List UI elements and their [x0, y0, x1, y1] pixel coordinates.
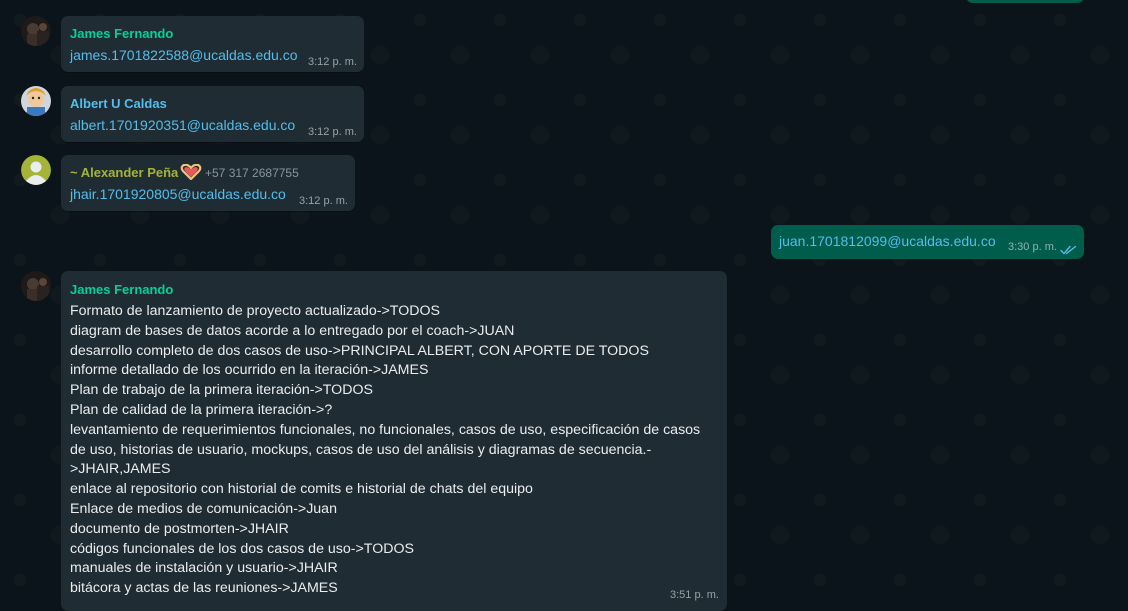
message-line: bitácora y actas de las reuniones->JAMES: [70, 580, 338, 597]
avatar-james-fernando[interactable]: [21, 271, 51, 301]
message-line: enlace al repositorio con historial de c…: [70, 481, 533, 498]
message-line: códigos funcionales de los dos casos de …: [70, 540, 414, 557]
avatar-default-icon[interactable]: [21, 155, 51, 185]
message-bubble[interactable]: James Fernando Formato de lanzamiento de…: [61, 271, 727, 611]
email-link[interactable]: albert.1701920351@ucaldas.edu.co: [70, 117, 295, 133]
message-time: 3:51 p. m.: [670, 589, 719, 601]
email-link[interactable]: jhair.1701920805@ucaldas.edu.co: [70, 186, 286, 202]
message-time: 3:12 p. m.: [308, 56, 357, 68]
message-text: Formato de lanzamiento de proyecto actua…: [70, 302, 720, 599]
heart-hands-emoji-icon: [180, 163, 202, 185]
message-bubble[interactable]: ~ Alexander Peña +57 317 2687755 jhair.1…: [61, 155, 355, 211]
message-line: Formato de lanzamiento de proyecto actua…: [70, 303, 440, 319]
message-line: manuales de instalación y usuario->JHAIR: [70, 560, 338, 577]
message-line: diagram de bases de datos acorde a lo en…: [70, 322, 515, 339]
sender-name[interactable]: ~ Alexander Peña: [70, 165, 178, 180]
message-line: Enlace de medios de comunicación->Juan: [70, 500, 337, 517]
avatar-james-fernando[interactable]: [21, 16, 51, 46]
message-time: 3:12 p. m.: [308, 126, 357, 138]
double-check-read-icon: [1060, 242, 1077, 260]
sender-name[interactable]: James Fernando: [70, 282, 173, 297]
email-link[interactable]: juan.1701812099@ucaldas.edu.co: [779, 233, 996, 249]
message-line: desarrollo completo de dos casos de uso-…: [70, 342, 649, 359]
message-line: de uso, historias de usuario, mockups, c…: [70, 441, 652, 458]
message-line: levantamiento de requerimientos funciona…: [70, 421, 701, 438]
email-link[interactable]: james.1701822588@ucaldas.edu.co: [70, 47, 298, 63]
message-bubble[interactable]: Albert U Caldas albert.1701920351@ucalda…: [61, 86, 364, 142]
message-line: Plan de calidad de la primera iteración-…: [70, 401, 333, 418]
message-line: documento de postmorten->JHAIR: [70, 520, 289, 537]
avatar-albert-u-caldas[interactable]: [21, 86, 51, 116]
message-line: informe detallado de los ocurrido en la …: [70, 362, 429, 379]
outgoing-bubble-partial[interactable]: [966, 0, 1084, 3]
message-bubble[interactable]: James Fernando james.1701822588@ucaldas.…: [61, 16, 364, 72]
message-line: Plan de trabajo de la primera iteración-…: [70, 382, 373, 399]
message-line: >JHAIR,JAMES: [70, 461, 171, 478]
outgoing-message-bubble[interactable]: juan.1701812099@ucaldas.edu.co 3:30 p. m…: [771, 225, 1084, 259]
sender-name[interactable]: Albert U Caldas: [70, 96, 167, 111]
message-time: 3:12 p. m.: [299, 195, 348, 207]
message-time: 3:30 p. m.: [1008, 241, 1057, 253]
sender-phone: +57 317 2687755: [205, 166, 299, 180]
sender-name[interactable]: James Fernando: [70, 26, 173, 41]
